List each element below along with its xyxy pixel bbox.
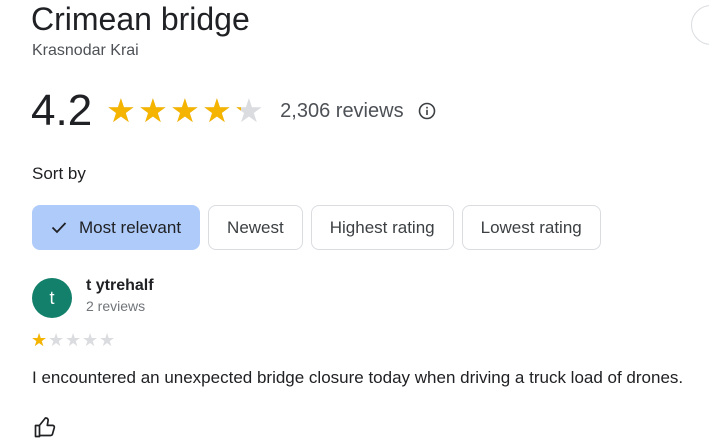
review-text: I encountered an unexpected bridge closu… — [32, 368, 684, 387]
reviewer-name[interactable]: t ytrehalf — [86, 277, 154, 295]
place-title: Crimean bridge — [31, 1, 250, 37]
star-icon: ★★ — [31, 330, 48, 350]
star-icon: ★★ — [138, 92, 168, 129]
sort-options: Most relevant Newest Highest rating Lowe… — [32, 205, 601, 250]
sort-option-label: Newest — [227, 217, 284, 237]
sort-option-label: Lowest rating — [480, 217, 582, 237]
star-icon: ★★ — [234, 92, 264, 129]
star-icon: ★★ — [48, 330, 65, 350]
rating-summary: 4.2 ★★ ★★ ★★ ★★ ★★ 2,306 reviews — [31, 86, 436, 136]
check-icon — [51, 221, 67, 234]
star-icon: ★★ — [82, 330, 99, 350]
star-icon: ★★ — [99, 330, 116, 350]
star-icon: ★★ — [170, 92, 200, 129]
reviews-count[interactable]: 2,306 reviews — [280, 100, 403, 123]
star-icon: ★★ — [202, 92, 232, 129]
like-button[interactable] — [32, 416, 58, 442]
star-icon: ★★ — [65, 330, 82, 350]
thumbs-up-icon — [33, 415, 57, 444]
sort-option-label: Highest rating — [329, 217, 435, 237]
corner-button[interactable] — [691, 5, 709, 45]
sort-most-relevant-button[interactable]: Most relevant — [32, 205, 201, 250]
reviewer-review-count: 2 reviews — [86, 298, 146, 314]
place-subtitle: Krasnodar Krai — [32, 42, 139, 59]
sort-highest-rating-button[interactable]: Highest rating — [310, 205, 454, 250]
rating-value: 4.2 — [31, 86, 93, 135]
review-stars: ★★ ★★ ★★ ★★ ★★ — [31, 331, 116, 349]
sort-option-label: Most relevant — [79, 217, 182, 237]
info-icon[interactable] — [418, 102, 436, 120]
sort-label: Sort by — [32, 164, 86, 183]
avatar[interactable]: t — [32, 278, 72, 318]
sort-newest-button[interactable]: Newest — [208, 205, 303, 250]
sort-lowest-rating-button[interactable]: Lowest rating — [461, 205, 601, 250]
rating-stars: ★★ ★★ ★★ ★★ ★★ — [106, 92, 266, 129]
star-icon: ★★ — [106, 92, 136, 129]
